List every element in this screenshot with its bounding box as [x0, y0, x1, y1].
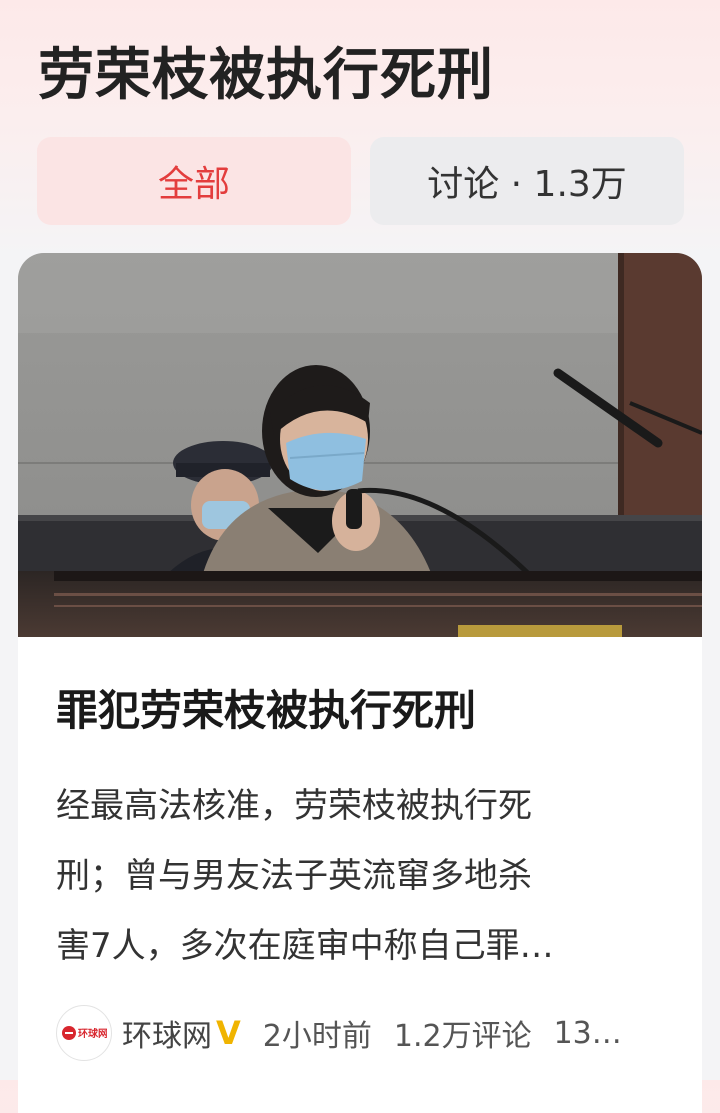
tab-discussion[interactable]: 讨论 · 1.3万 — [370, 137, 684, 225]
courtroom-photo[interactable] — [18, 253, 702, 637]
svg-text:环球网: 环球网 — [78, 1027, 107, 1040]
extra-count: 13… — [553, 1015, 622, 1051]
article-meta: 环球网 环球网 V 2小时前 1.2万评论 13… — [56, 1005, 696, 1061]
source-name[interactable]: 环球网 — [122, 1011, 212, 1055]
summary-line: 经最高法核准，劳荣枝被执行死 — [56, 786, 532, 826]
comment-count: 1.2万评论 — [393, 1019, 532, 1054]
summary-line: 刑；曾与男友法子英流窜多地杀 — [56, 856, 532, 896]
source-logo-icon[interactable]: 环球网 — [56, 1005, 112, 1061]
tab-all[interactable]: 全部 — [37, 137, 351, 225]
publish-time: 2小时前 — [262, 1019, 372, 1054]
article-summary[interactable]: 经最高法核准，劳荣枝被执行死 刑；曾与男友法子英流窜多地杀 害7人，多次在庭审中… — [56, 771, 656, 981]
topic-title: 劳荣枝被执行死刑 — [38, 43, 494, 108]
article-title[interactable]: 罪犯劳荣枝被执行死刑 — [56, 677, 476, 738]
news-card[interactable]: 罪犯劳荣枝被执行死刑 经最高法核准，劳荣枝被执行死 刑；曾与男友法子英流窜多地杀… — [18, 253, 702, 1113]
summary-line: 害7人，多次在庭审中称自己罪… — [56, 926, 554, 966]
verified-icon: V — [216, 1014, 241, 1052]
